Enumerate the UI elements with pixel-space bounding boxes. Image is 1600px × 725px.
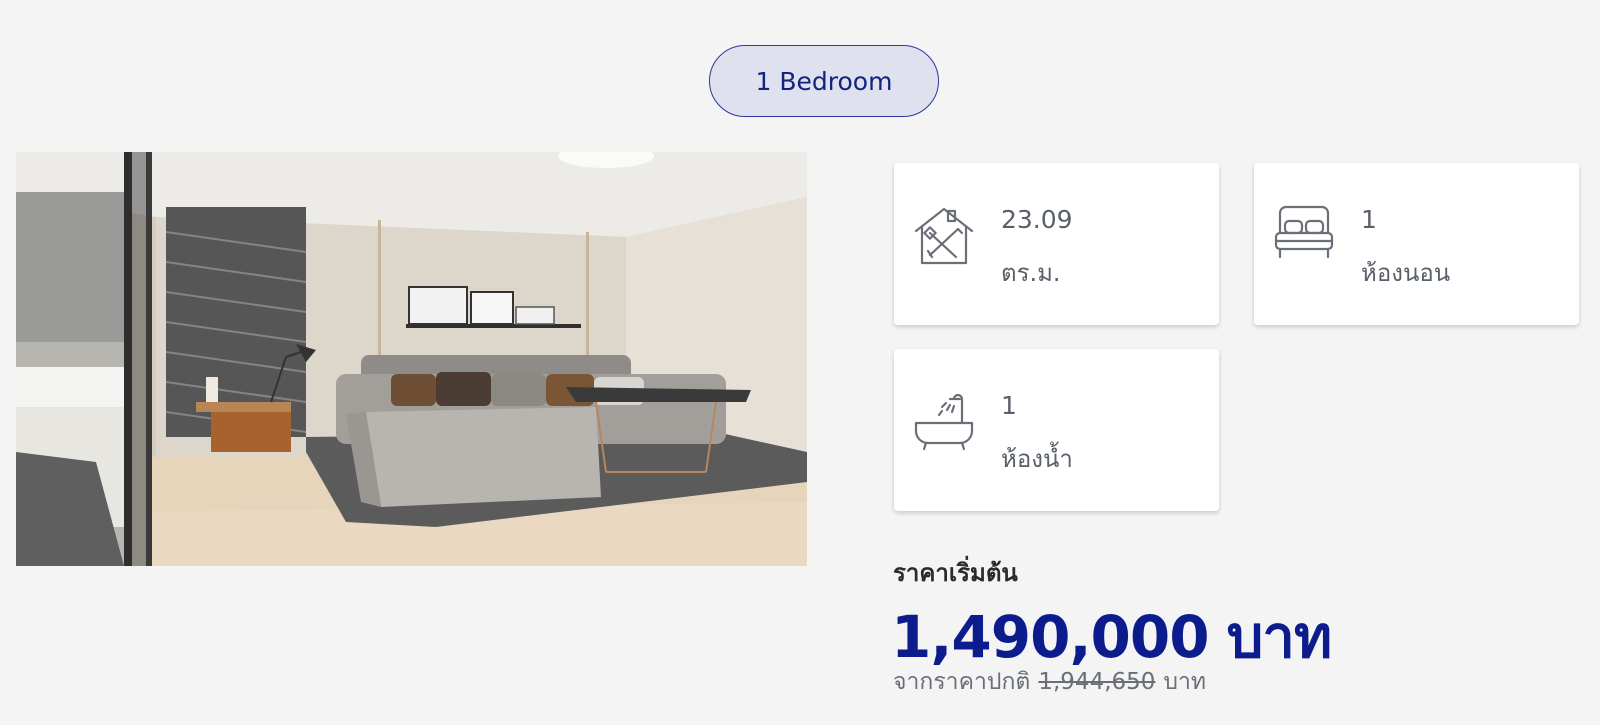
house-measure-icon: [912, 203, 976, 267]
original-price: จากราคาปกติ 1,944,650 บาท: [893, 664, 1206, 700]
original-price-value: 1,944,650: [1038, 669, 1156, 695]
area-value: 23.09: [1001, 205, 1073, 234]
bathroom-label: ห้องน้ำ: [1001, 445, 1073, 473]
bedroom-count: 1: [1361, 205, 1377, 234]
bed-icon: [1272, 203, 1336, 267]
bathroom-card: 1 ห้องน้ำ: [894, 349, 1219, 511]
room-type-tab[interactable]: 1 Bedroom: [709, 45, 939, 117]
area-unit: ตร.ม.: [1001, 259, 1061, 287]
room-type-tab-label: 1 Bedroom: [755, 66, 893, 96]
price-caption: ราคาเริ่มต้น: [893, 559, 1018, 587]
bathroom-count: 1: [1001, 391, 1017, 420]
bathtub-icon: [912, 389, 976, 453]
room-photo: [16, 152, 807, 566]
price-currency: บาท: [1226, 603, 1333, 671]
bedroom-card: 1 ห้องนอน: [1254, 163, 1579, 325]
area-card: 23.09 ตร.ม.: [894, 163, 1219, 325]
original-price-currency: บาท: [1163, 669, 1207, 695]
original-price-prefix: จากราคาปกติ: [893, 669, 1031, 695]
price-value: 1,490,000: [891, 603, 1210, 671]
bedroom-label: ห้องนอน: [1361, 259, 1451, 287]
